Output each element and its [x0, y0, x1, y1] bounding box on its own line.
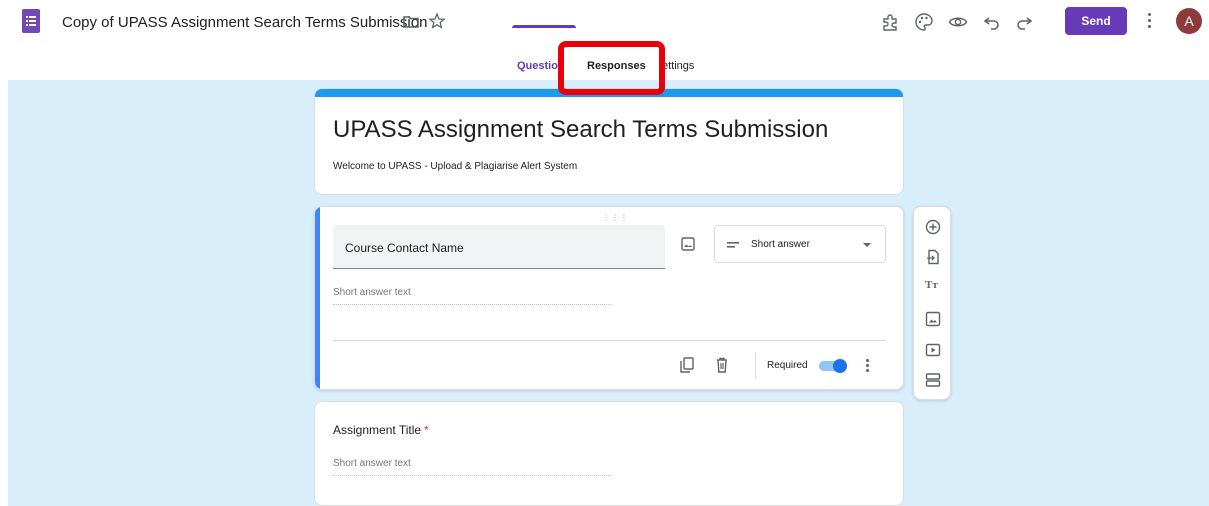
- question-title-field[interactable]: Course Contact Name: [333, 225, 665, 269]
- addons-icon[interactable]: [880, 12, 900, 32]
- question-title-text: Course Contact Name: [345, 241, 464, 255]
- add-image-tool-icon[interactable]: [925, 311, 941, 327]
- app-header: Copy of UPASS Assignment Search Terms Su…: [0, 0, 1209, 44]
- duplicate-icon[interactable]: [680, 357, 694, 373]
- question-title-text: Assignment Title: [333, 423, 422, 437]
- footer-separator: [755, 353, 756, 379]
- short-answer-icon: [727, 242, 739, 248]
- question-card-active[interactable]: ⋮⋮⋮ Course Contact Name Short answer Sho…: [314, 206, 904, 390]
- undo-icon[interactable]: [982, 12, 1002, 32]
- add-title-icon[interactable]: Tт: [925, 279, 941, 295]
- forms-logo-icon[interactable]: [22, 9, 40, 33]
- account-avatar[interactable]: A: [1176, 8, 1202, 34]
- more-vert-icon[interactable]: [1148, 13, 1152, 29]
- star-icon[interactable]: [428, 12, 446, 30]
- active-tab-indicator: [512, 25, 576, 28]
- add-video-icon[interactable]: [925, 342, 941, 358]
- add-question-icon[interactable]: [925, 219, 941, 235]
- question-title: Assignment Title *: [333, 423, 429, 437]
- short-answer-placeholder: Short answer text: [333, 287, 611, 305]
- required-label: Required: [767, 360, 808, 371]
- tab-settings[interactable]: ettings: [662, 60, 694, 72]
- required-toggle[interactable]: [819, 359, 849, 373]
- floating-toolbar: Tт: [913, 206, 951, 400]
- delete-icon[interactable]: [715, 357, 729, 373]
- folder-icon[interactable]: [402, 14, 420, 30]
- add-section-icon[interactable]: [925, 372, 941, 388]
- short-answer-placeholder: Short answer text: [333, 458, 611, 476]
- drag-handle-icon[interactable]: ⋮⋮⋮: [602, 213, 629, 222]
- active-card-accent: [315, 207, 320, 389]
- form-title-card[interactable]: UPASS Assignment Search Terms Submission…: [314, 88, 904, 195]
- question-more-icon[interactable]: [866, 359, 870, 373]
- form-description[interactable]: Welcome to UPASS - Upload & Plagiarise A…: [333, 161, 577, 172]
- highlight-annotation: [558, 41, 665, 95]
- import-questions-icon[interactable]: [925, 249, 941, 265]
- send-button[interactable]: Send: [1065, 7, 1127, 35]
- tab-questions[interactable]: Questio: [517, 60, 561, 72]
- question-type-label: Short answer: [751, 239, 810, 250]
- add-image-icon[interactable]: [681, 237, 695, 251]
- required-asterisk: *: [424, 423, 429, 437]
- question-card[interactable]: Assignment Title * Short answer text: [314, 401, 904, 506]
- document-title[interactable]: Copy of UPASS Assignment Search Terms Su…: [62, 14, 427, 31]
- palette-icon[interactable]: [914, 12, 934, 32]
- form-title[interactable]: UPASS Assignment Search Terms Submission: [333, 116, 828, 144]
- dropdown-arrow-icon: [863, 243, 871, 247]
- question-type-select[interactable]: Short answer: [714, 225, 886, 263]
- preview-eye-icon[interactable]: [948, 12, 968, 32]
- redo-icon[interactable]: [1014, 12, 1034, 32]
- card-divider: [333, 340, 886, 341]
